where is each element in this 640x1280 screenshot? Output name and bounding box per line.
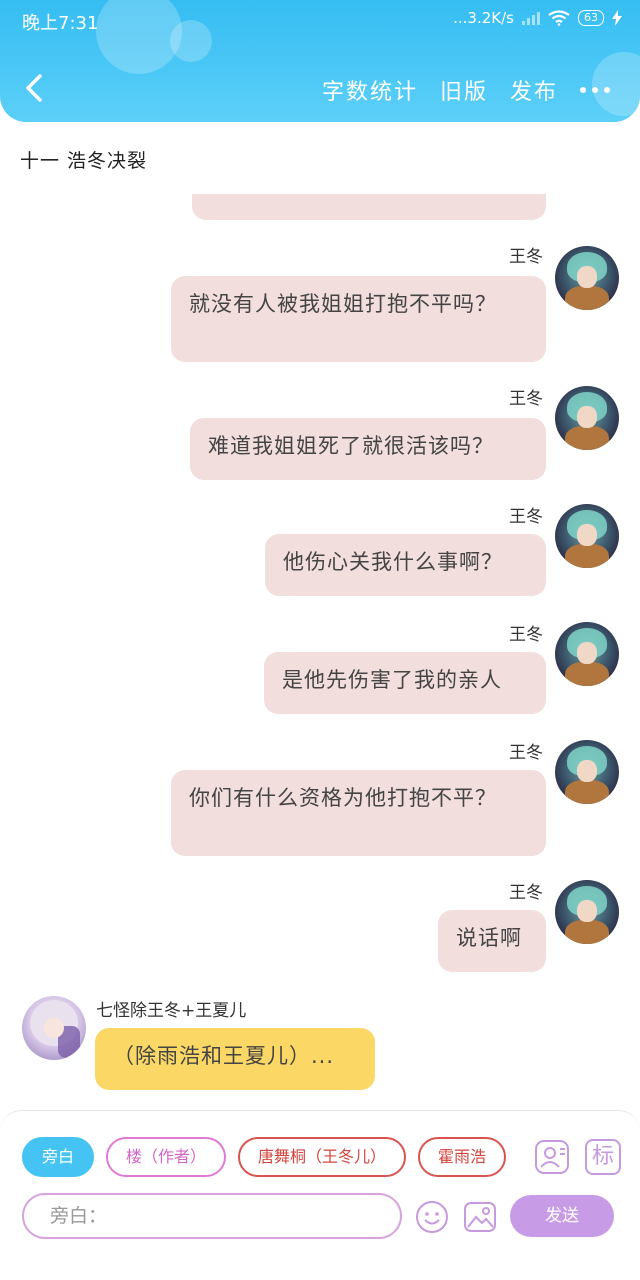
chat-area[interactable]: 王冬 就没有人被我姐姐打抱不平吗？ 王冬 难道我姐姐死了就很活该吗？ 王冬 他伤… — [0, 194, 640, 1104]
group-avatar[interactable] — [22, 996, 86, 1060]
tag-label: 标 — [591, 1144, 614, 1169]
sender-avatar[interactable] — [555, 622, 619, 686]
emoji-icon[interactable] — [414, 1199, 450, 1235]
compose-panel: 旁白 楼（作者） 唐舞桐（王冬儿） 霍雨浩 标 旁白： 发送 — [0, 1110, 640, 1280]
chat-bubble-partial — [192, 194, 546, 220]
message-input[interactable]: 旁白： — [22, 1193, 402, 1239]
sender-name: 王冬 — [509, 389, 543, 409]
sender-avatar[interactable] — [555, 504, 619, 568]
sender-avatar[interactable] — [555, 880, 619, 944]
chat-bubble[interactable]: 难道我姐姐死了就很活该吗？ — [190, 418, 546, 480]
sender-name: 王冬 — [509, 743, 543, 763]
charging-icon — [612, 10, 622, 26]
chat-bubble[interactable]: 他伤心关我什么事啊？ — [265, 534, 546, 596]
chat-bubble[interactable]: 就没有人被我姐姐打抱不平吗？ — [171, 276, 546, 362]
signal-icon — [522, 11, 540, 25]
sender-name: 王冬 — [509, 883, 543, 903]
battery-icon: 63 — [578, 10, 604, 26]
status-time: 晚上7:31 — [22, 13, 99, 34]
image-icon[interactable] — [462, 1199, 498, 1235]
role-chip-huoyuhao[interactable]: 霍雨浩 — [418, 1137, 507, 1177]
chapter-title: 十一 浩冬决裂 — [20, 150, 148, 172]
word-count-button[interactable]: 字数统计 — [322, 74, 418, 106]
tag-icon[interactable]: 标 — [585, 1139, 621, 1175]
chat-bubble[interactable]: 你们有什么资格为他打抱不平？ — [171, 770, 546, 856]
old-version-button[interactable]: 旧版 — [440, 74, 488, 106]
status-bar: 晚上7:31 ...3.2K/s 63 — [0, 0, 640, 40]
character-manage-icon[interactable] — [534, 1139, 570, 1175]
more-icon[interactable] — [580, 87, 610, 93]
sender-avatar[interactable] — [555, 246, 619, 310]
role-selector: 旁白 楼（作者） 唐舞桐（王冬儿） 霍雨浩 — [22, 1137, 516, 1179]
toolbar: 字数统计 旧版 发布 — [0, 60, 640, 116]
back-arrow-icon[interactable] — [18, 70, 54, 106]
publish-button[interactable]: 发布 — [510, 74, 558, 106]
chat-bubble[interactable]: 说话啊 — [438, 910, 546, 972]
sender-avatar[interactable] — [555, 386, 619, 450]
role-chip-narration[interactable]: 旁白 — [22, 1137, 95, 1177]
network-speed: ...3.2K/s — [453, 9, 514, 27]
sender-name: 王冬 — [509, 247, 543, 267]
chat-bubble[interactable]: 是他先伤害了我的亲人 — [264, 652, 546, 714]
role-chip-author[interactable]: 楼（作者） — [106, 1137, 227, 1177]
chat-bubble-narration[interactable]: （除雨浩和王夏儿）... — [95, 1028, 375, 1090]
header: 晚上7:31 ...3.2K/s 63 字数统计 旧版 发布 — [0, 0, 640, 122]
role-chip-tangwutong[interactable]: 唐舞桐（王冬儿） — [238, 1137, 407, 1177]
send-button[interactable]: 发送 — [510, 1195, 614, 1237]
sender-avatar[interactable] — [555, 740, 619, 804]
sender-name: 王冬 — [509, 507, 543, 527]
toolbar-actions: 字数统计 旧版 发布 — [322, 74, 610, 106]
wifi-icon — [548, 10, 570, 26]
sender-name: 七怪除王冬+王夏儿 — [96, 1001, 247, 1021]
status-indicators: ...3.2K/s 63 — [453, 9, 622, 27]
sender-name: 王冬 — [509, 625, 543, 645]
